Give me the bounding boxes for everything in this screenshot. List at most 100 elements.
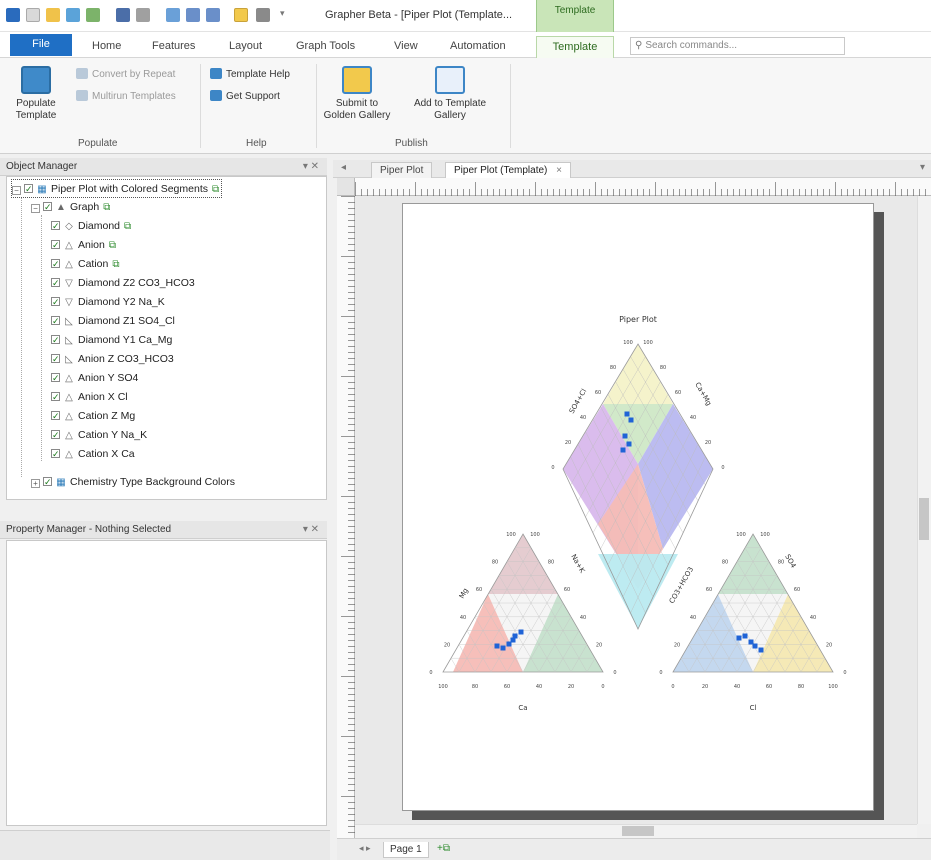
tab-features[interactable]: Features [146,36,201,58]
sample-point[interactable] [758,647,764,653]
sample-point[interactable] [736,635,742,641]
plot-page[interactable]: Piper Plot SO4+Cl Ca+Mg Mg Na+K CO3+HCO3… [402,203,874,811]
tree-item-anion[interactable]: △ Anion⧉ [51,236,116,255]
tree-item-diamond-y2[interactable]: ▽ Diamond Y2 Na_K [51,293,165,312]
tree-item-anion-z[interactable]: ◺ Anion Z CO3_HCO3 [51,350,174,369]
tab-file[interactable]: File [10,34,72,56]
visibility-checkbox[interactable] [51,426,60,445]
new-file-icon[interactable] [26,8,40,22]
tree-item-cation-y[interactable]: △ Cation Y Na_K [51,426,147,445]
grid-icon[interactable] [256,8,270,22]
visibility-checkbox[interactable] [51,293,60,312]
tab-automation[interactable]: Automation [444,36,512,58]
select-tool-icon[interactable] [234,8,248,22]
tree-item-label: Cation Y Na_K [78,429,148,441]
visibility-checkbox[interactable] [51,331,60,350]
visibility-checkbox[interactable] [43,473,52,492]
export-icon[interactable] [66,8,80,22]
tab-view[interactable]: View [388,36,424,58]
undo-icon[interactable] [186,8,200,22]
tree-item-background-colors[interactable]: + ▦ Chemistry Type Background Colors [31,473,235,492]
tree-item-anion-y[interactable]: △ Anion Y SO4 [51,369,138,388]
open-file-icon[interactable] [46,8,60,22]
tab-scroll-left-icon[interactable]: ◂ [341,162,346,173]
expand-toggle[interactable]: + [31,479,40,488]
submit-golden-gallery-button[interactable]: Submit to Golden Gallery [322,66,392,122]
piper-plot[interactable]: Piper Plot SO4+Cl Ca+Mg Mg Na+K CO3+HCO3… [403,204,875,812]
tree-item-cation-x[interactable]: △ Cation X Ca [51,445,135,464]
page-nav-prev-icon[interactable]: ◂ ▸ [359,843,371,854]
sample-point[interactable] [628,417,634,423]
tree-item-diamond-y1[interactable]: ◺ Diamond Y1 Ca_Mg [51,331,172,350]
collapse-toggle[interactable]: − [12,186,21,195]
populate-template-button[interactable]: Populate Template [8,66,64,122]
page-tab-1[interactable]: Page 1 [383,842,429,858]
tree-item-graph[interactable]: − ▲ Graph⧉ [31,198,110,217]
visibility-checkbox[interactable] [51,255,60,274]
tree-item-cation-z[interactable]: △ Cation Z Mg [51,407,135,426]
visibility-checkbox[interactable] [51,350,60,369]
tick-label: 100 [828,684,838,690]
visibility-checkbox[interactable] [51,236,60,255]
tree-item-diamond[interactable]: ◇ Diamond⧉ [51,217,131,236]
visibility-checkbox[interactable] [51,274,60,293]
tab-template[interactable]: Template [536,36,614,58]
convert-by-repeat-button[interactable]: Convert by Repeat [76,68,175,80]
visibility-checkbox[interactable] [51,445,60,464]
multirun-icon [76,90,88,101]
customize-icon[interactable]: ▾ [280,8,294,22]
anion-triangle[interactable] [672,533,834,673]
sample-point[interactable] [752,643,758,649]
tick-label: 80 [798,684,804,690]
save-icon[interactable] [116,8,130,22]
search-input[interactable]: ⚲ Search commands... [630,37,845,55]
sample-point[interactable] [622,433,628,439]
visibility-checkbox[interactable] [51,407,60,426]
horizontal-scroll-thumb[interactable] [622,826,654,836]
multirun-templates-button[interactable]: Multirun Templates [76,90,176,102]
visibility-checkbox[interactable] [51,217,60,236]
sample-point[interactable] [510,637,516,643]
add-template-gallery-button[interactable]: Add to Template Gallery [398,66,502,122]
tree-item-anion-x[interactable]: △ Anion X Cl [51,388,128,407]
import-icon[interactable] [86,8,100,22]
tree-item-root[interactable]: − ▦ Piper Plot with Colored Segments ⧉ [11,179,223,199]
sample-point[interactable] [494,643,500,649]
sample-point[interactable] [518,629,524,635]
tree-item-diamond-z2[interactable]: ▽ Diamond Z2 CO3_HCO3 [51,274,195,293]
collapse-toggle[interactable]: − [31,204,40,213]
sample-point[interactable] [620,447,626,453]
pin-icon[interactable]: ▾ ✕ [303,158,319,176]
template-help-button[interactable]: Template Help [210,68,290,80]
print-icon[interactable] [136,8,150,22]
app-icon [6,8,20,22]
visibility-checkbox[interactable] [51,369,60,388]
visibility-checkbox[interactable] [51,388,60,407]
tree-item-diamond-z1[interactable]: ◺ Diamond Z1 SO4_Cl [51,312,175,331]
sample-point[interactable] [624,411,630,417]
vertical-scroll-thumb[interactable] [919,498,929,540]
redo-icon[interactable] [206,8,220,22]
tab-home[interactable]: Home [86,36,127,58]
cation-triangle[interactable] [442,533,604,673]
tab-menu-icon[interactable]: ▾ [920,162,925,173]
diamond-plot[interactable] [562,343,714,630]
tab-layout[interactable]: Layout [223,36,268,58]
tab-graph-tools[interactable]: Graph Tools [290,36,361,58]
get-support-button[interactable]: Get Support [210,90,280,102]
close-tab-icon[interactable]: × [556,165,562,176]
tree-item-cation[interactable]: △ Cation⧉ [51,255,120,274]
zoom-icon[interactable] [166,8,180,22]
sample-point[interactable] [500,645,506,651]
doc-tab-piper-plot-template[interactable]: Piper Plot (Template) × [445,162,571,178]
sample-point[interactable] [626,441,632,447]
axis-label-so4: SO4 [783,553,797,570]
tick-label: 40 [690,615,696,621]
pin-icon[interactable]: ▾ ✕ [303,521,319,539]
add-page-icon[interactable]: +⧉ [437,843,450,854]
visibility-checkbox[interactable] [43,198,52,217]
visibility-checkbox[interactable] [51,312,60,331]
visibility-checkbox[interactable] [24,180,33,199]
sample-point[interactable] [742,633,748,639]
doc-tab-piper-plot[interactable]: Piper Plot [371,162,433,178]
